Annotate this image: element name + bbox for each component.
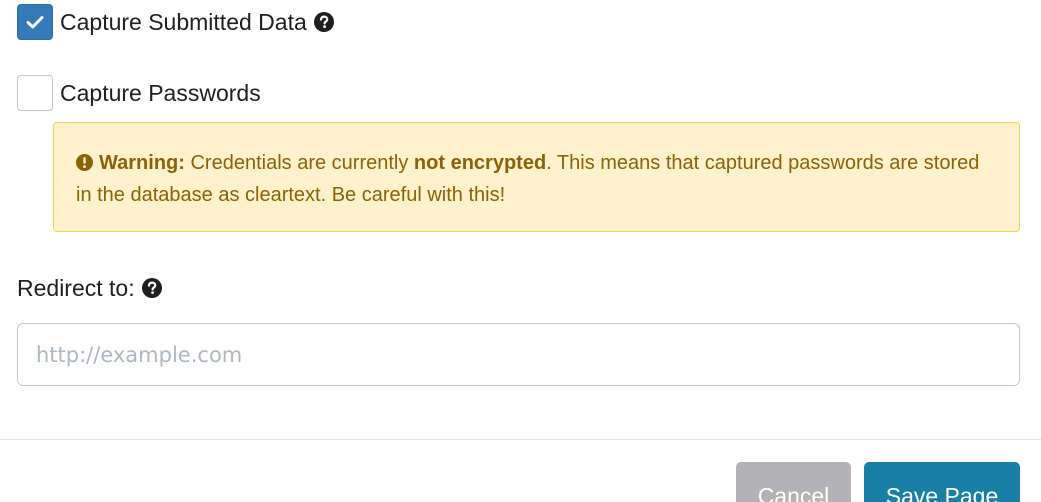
- warning-text-before: Credentials are currently: [190, 152, 409, 174]
- capture-passwords-label[interactable]: Capture Passwords: [60, 75, 261, 111]
- redirect-label: Redirect to:: [17, 274, 135, 301]
- check-icon: [26, 16, 44, 29]
- capture-passwords-row: Capture Passwords: [17, 75, 261, 111]
- redirect-url-input[interactable]: [17, 323, 1020, 386]
- question-circle-icon[interactable]: [141, 278, 162, 298]
- capture-submitted-data-row: Capture Submitted Data: [17, 4, 334, 40]
- cancel-button[interactable]: Cancel: [736, 462, 851, 502]
- landing-page-settings-form: Capture Submitted Data Capture Passwords…: [0, 0, 1041, 502]
- capture-submitted-data-checkbox[interactable]: [17, 4, 53, 40]
- question-circle-icon[interactable]: [313, 12, 334, 32]
- save-page-button[interactable]: Save Page: [864, 462, 1020, 502]
- redirect-label-row: Redirect to:: [17, 272, 162, 304]
- exclamation-circle-icon: [76, 149, 93, 171]
- warning-emphasis: not encrypted: [413, 152, 547, 174]
- capture-passwords-checkbox[interactable]: [17, 75, 53, 111]
- warning-title: Warning:: [99, 152, 185, 174]
- footer-divider: [0, 439, 1041, 440]
- capture-submitted-data-label[interactable]: Capture Submitted Data: [60, 4, 307, 40]
- warning-alert: Warning: Credentials are currently not e…: [53, 122, 1020, 232]
